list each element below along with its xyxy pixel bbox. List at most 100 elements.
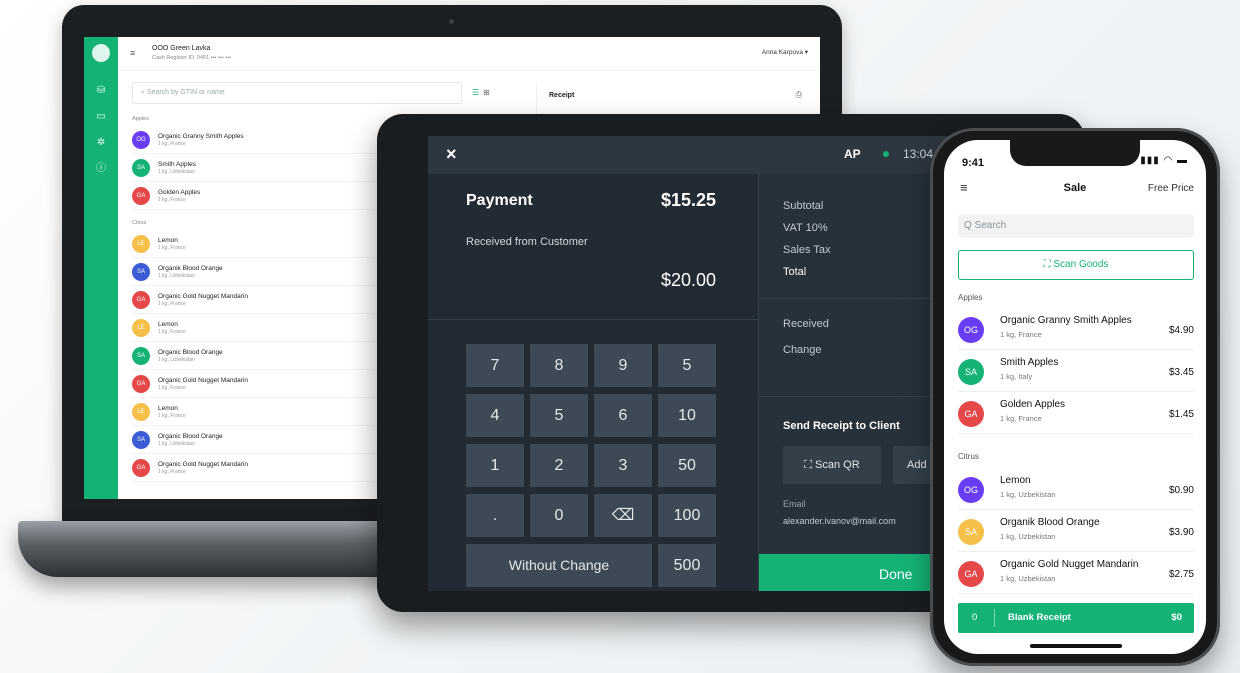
item-subtitle: 1 kg, France: [158, 328, 186, 335]
item-text: Lemon 1 kg, France: [158, 321, 186, 335]
list-item[interactable]: OG Organic Granny Smith Apples 1 kg, Franc…: [958, 310, 1194, 350]
key-10[interactable]: 10: [658, 394, 716, 437]
item-name: Organic Blood Orange: [158, 348, 223, 356]
item-name: Organic Gold Nugget Mandarin: [158, 292, 248, 300]
item-name: Organic Granny Smith Apples: [1000, 315, 1132, 326]
item-text: Lemon 1 kg, France: [158, 237, 186, 251]
item-price: $4.90: [1168, 325, 1194, 336]
settings-icon[interactable]: ✲: [95, 137, 107, 149]
free-price-button[interactable]: Free Price: [1148, 183, 1194, 194]
key-6[interactable]: 6: [594, 394, 652, 437]
info-icon[interactable]: ⓘ: [95, 163, 107, 175]
email-field[interactable]: alexander.ivanov@mail.com: [783, 516, 896, 526]
change-label: Change: [783, 344, 822, 356]
close-icon[interactable]: ×: [446, 144, 457, 165]
search-input[interactable]: Q Search: [958, 214, 1194, 238]
item-text: Organic Blood Orange 1 kg, Uzbekistan: [158, 349, 223, 363]
list-item[interactable]: SA Smith Apples 1 kg, Italy $3.45: [958, 352, 1194, 392]
view-toggle[interactable]: ☰⊞: [472, 88, 494, 97]
search-placeholder: Search by GTIN or name: [146, 89, 225, 96]
without-change-button[interactable]: Without Change: [466, 544, 652, 587]
scan-qr-button[interactable]: ⛶ Scan QR: [783, 446, 881, 484]
item-name: Smith Apples: [1000, 357, 1059, 368]
avatar: LE: [132, 234, 150, 253]
avatar: GA: [132, 374, 150, 393]
item-subtitle: 1 kg, France: [158, 196, 186, 203]
key-4[interactable]: 4: [466, 394, 524, 437]
backspace-key[interactable]: ⌫: [594, 494, 652, 537]
key-5[interactable]: 5: [530, 394, 588, 437]
key-0[interactable]: 0: [530, 494, 588, 537]
list-item[interactable]: OG Lemon 1 kg, Uzbekistan $0.90: [958, 470, 1194, 510]
item-subtitle: 1 kg, Italy: [1000, 372, 1033, 381]
avatar: LE: [132, 318, 150, 337]
key-100[interactable]: 100: [658, 494, 716, 537]
key-8[interactable]: 8: [530, 344, 588, 387]
grid-icon[interactable]: ⊞: [483, 88, 494, 97]
email-label: Email: [783, 499, 806, 509]
laptop-sidebar: ⛁ ▭ ✲ ⓘ: [84, 37, 118, 499]
item-subtitle: 1 kg, Uzbekistan: [158, 168, 195, 175]
item-subtitle: 1 kg, Uzbekistan: [1000, 532, 1056, 541]
print-icon[interactable]: ⎙: [796, 90, 802, 100]
blank-receipt-button[interactable]: 0 Blank Receipt $0: [958, 603, 1194, 633]
item-price: $3.45: [1168, 367, 1194, 378]
cart-icon[interactable]: ⛁: [95, 85, 107, 97]
monitor-icon[interactable]: ▭: [95, 111, 107, 123]
item-subtitle: 1 kg, Uzbekistan: [1000, 490, 1056, 499]
key-dot[interactable]: .: [466, 494, 524, 537]
avatar: OG: [132, 130, 150, 149]
key-50[interactable]: 50: [658, 444, 716, 487]
avatar: SA: [958, 359, 984, 385]
vat-label: VAT 10%: [783, 222, 828, 234]
online-status-dot: [883, 151, 889, 157]
list-item[interactable]: GA Golden Apples 1 kg, France $1.45: [958, 394, 1194, 434]
avatar: SA: [132, 346, 150, 365]
item-name: Smith Apples: [158, 160, 196, 168]
item-subtitle: 1 kg, France: [158, 244, 186, 251]
item-name: Organic Gold Nugget Mandarin: [1000, 559, 1139, 570]
key-9[interactable]: 9: [594, 344, 652, 387]
menu-icon[interactable]: ≡: [130, 48, 135, 58]
item-subtitle: 1 kg, Uzbekistan: [158, 272, 195, 279]
avatar: SA: [132, 262, 150, 281]
payment-amount: $15.25: [660, 190, 716, 210]
key-7[interactable]: 7: [466, 344, 524, 387]
list-item[interactable]: SA Organik Blood Orange 1 kg, Uzbekistan $3…: [958, 512, 1194, 552]
item-subtitle: 1 kg, France: [158, 412, 186, 419]
avatar: OG: [958, 477, 984, 503]
user-initials: AP: [844, 147, 861, 161]
list-item[interactable]: GA Organic Gold Nugget Mandarin 1 kg, Uzbe…: [958, 554, 1194, 594]
group-label-citrus: Citrus: [958, 452, 979, 461]
key-2[interactable]: 2: [530, 444, 588, 487]
scan-goods-button[interactable]: ⛶ Scan Goods: [958, 250, 1194, 280]
logo: [92, 44, 110, 62]
item-name: Organik Blood Orange: [158, 264, 223, 272]
group-label-apples: Apples: [958, 293, 983, 302]
store-subtitle: Cash Register ID: 0451 ••• ••• •••: [152, 55, 232, 61]
item-name: Lemon: [158, 404, 178, 412]
avatar: SA: [132, 158, 150, 177]
avatar: GA: [132, 290, 150, 309]
received-amount-input[interactable]: $20.00: [661, 270, 716, 291]
key-5[interactable]: 5: [658, 344, 716, 387]
item-name: Lemon: [1000, 475, 1031, 486]
user-dropdown[interactable]: Anna Karpova ▾: [762, 48, 808, 56]
item-price: $1.45: [1168, 409, 1194, 420]
item-subtitle: 1 kg, France: [158, 468, 186, 475]
item-name: Organic Blood Orange: [158, 432, 223, 440]
item-subtitle: 1 kg, France: [1000, 330, 1042, 339]
avatar: OG: [958, 317, 984, 343]
blank-receipt-amount: $0: [1171, 612, 1182, 623]
avatar: GA: [132, 186, 150, 205]
key-1[interactable]: 1: [466, 444, 524, 487]
product-search-input[interactable]: ⌕ Search by GTIN or name: [132, 82, 462, 104]
item-price: $3.90: [1168, 527, 1194, 538]
total-label: Total: [783, 266, 807, 278]
item-text: Organic Blood Orange 1 kg, Uzbekistan: [158, 433, 223, 447]
key-3[interactable]: 3: [594, 444, 652, 487]
key-500[interactable]: 500: [658, 544, 716, 587]
item-subtitle: 1 kg, Uzbekistan: [158, 440, 195, 447]
divider: [994, 609, 995, 627]
item-name: Lemon: [158, 320, 178, 328]
